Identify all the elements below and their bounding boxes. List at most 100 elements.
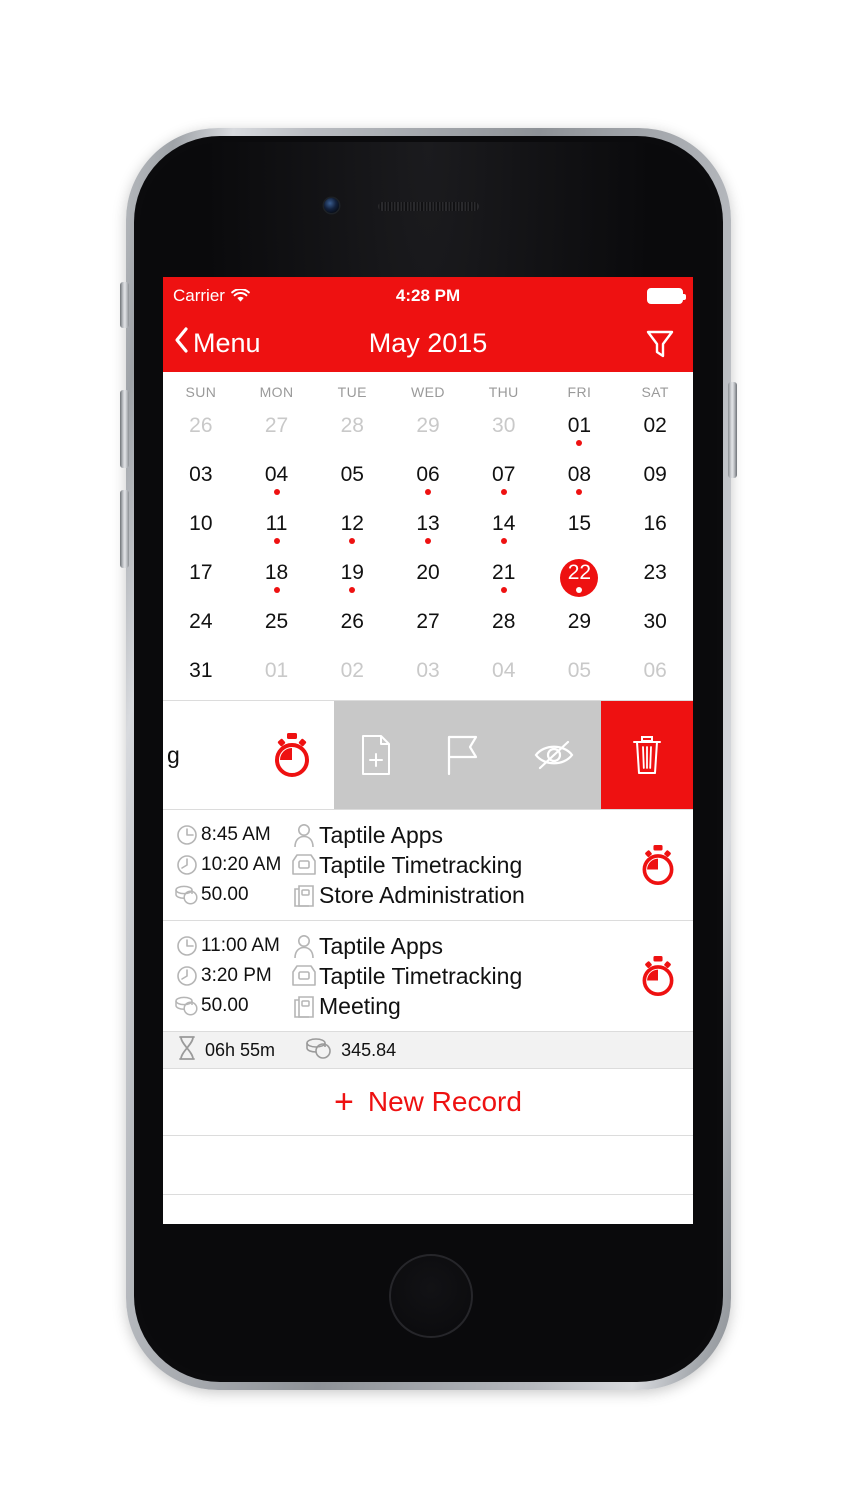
person-icon: [289, 933, 319, 959]
day-dot-placeholder: [425, 587, 431, 593]
day-event-dot: [500, 489, 507, 495]
calendar-day-cell[interactable]: 11: [239, 504, 315, 553]
day-event-dot: [500, 587, 507, 593]
flag-icon[interactable]: [443, 734, 481, 776]
person-icon: [289, 822, 319, 848]
calendar-day-cell[interactable]: 24: [163, 602, 239, 651]
record-row[interactable]: 8:45 AM Taptile Apps 10:20 AM Taptile Timet…: [163, 810, 693, 921]
calendar-day-cell[interactable]: 03: [390, 651, 466, 700]
day-dot-placeholder: [652, 636, 658, 642]
calendar-day-cell[interactable]: 19: [314, 553, 390, 602]
calendar-day-cell[interactable]: 22: [542, 553, 618, 602]
calendar-day-number: 10: [189, 512, 213, 535]
calendar-day-cell[interactable]: 26: [163, 406, 239, 455]
calendar-day-cell[interactable]: 28: [466, 602, 542, 651]
day-event-dot: [424, 489, 431, 495]
record-amount: 50.00: [201, 884, 249, 905]
record-timer-button[interactable]: [623, 843, 693, 887]
calendar-day-cell[interactable]: 06: [390, 455, 466, 504]
summary-amount: 345.84: [341, 1039, 397, 1060]
calendar-day-cell[interactable]: 23: [617, 553, 693, 602]
calendar-day-cell[interactable]: 02: [617, 406, 693, 455]
start-timer-button[interactable]: [250, 701, 334, 809]
day-dot-placeholder: [349, 440, 355, 446]
calendar-day-cell[interactable]: 01: [239, 651, 315, 700]
calendar-day-number: 25: [264, 610, 289, 633]
calendar-day-cell[interactable]: 27: [390, 602, 466, 651]
calendar-day-cell[interactable]: 05: [314, 455, 390, 504]
eye-hidden-icon[interactable]: [532, 738, 576, 772]
calendar-day-cell[interactable]: 31: [163, 651, 239, 700]
delete-record-button[interactable]: [601, 701, 693, 809]
calendar-day-cell[interactable]: 26: [314, 602, 390, 651]
calendar-day-cell[interactable]: 13: [390, 504, 466, 553]
calendar-day-cell[interactable]: 10: [163, 504, 239, 553]
silent-switch[interactable]: [120, 282, 129, 328]
day-event-dot: [273, 587, 280, 593]
calendar-day-cell[interactable]: 29: [390, 406, 466, 455]
calendar-day-cell[interactable]: 25: [239, 602, 315, 651]
calendar-day-cell[interactable]: 02: [314, 651, 390, 700]
calendar-day-cell[interactable]: 01: [542, 406, 618, 455]
new-record-button[interactable]: + New Record: [163, 1069, 693, 1136]
record-line: 8:45 AM Taptile Apps: [173, 820, 623, 850]
weekday-wed: WED: [411, 384, 445, 400]
stopwatch-icon: [275, 733, 309, 777]
calendar-day-cell[interactable]: 27: [239, 406, 315, 455]
calendar-day-cell[interactable]: 16: [617, 504, 693, 553]
volume-up-button[interactable]: [120, 390, 129, 468]
record-line: 50.00 Store Administration: [173, 880, 623, 910]
calendar-day-cell[interactable]: 04: [239, 455, 315, 504]
document-add-icon[interactable]: [359, 734, 393, 776]
calendar-day-number: 07: [492, 463, 516, 486]
day-event-dot: [349, 538, 356, 544]
home-button[interactable]: [389, 1254, 473, 1338]
calendar-day-cell[interactable]: 15: [542, 504, 618, 553]
calendar-day-cell[interactable]: 07: [466, 455, 542, 504]
record-line: 10:20 AM Taptile Timetracking: [173, 850, 623, 880]
calendar-day-cell[interactable]: 14: [466, 504, 542, 553]
day-dot-placeholder: [198, 538, 204, 544]
calendar-day-cell[interactable]: 29: [542, 602, 618, 651]
calendar-day-number: 27: [416, 610, 440, 633]
calendar-day-cell[interactable]: 08: [542, 455, 618, 504]
swipe-secondary-actions: [334, 701, 601, 809]
calendar-day-cell[interactable]: 20: [390, 553, 466, 602]
calendar-day-cell[interactable]: 30: [466, 406, 542, 455]
record-end-time: 3:20 PM: [201, 965, 272, 986]
weekday-mon: MON: [259, 384, 294, 400]
filter-funnel-icon[interactable]: [645, 328, 675, 360]
calendar-day-cell[interactable]: 17: [163, 553, 239, 602]
day-dot-placeholder: [652, 440, 658, 446]
calendar-day-number: 19: [340, 561, 364, 584]
clock-end-icon: [173, 965, 201, 987]
calendar-day-cell[interactable]: 12: [314, 504, 390, 553]
app-screen: Carrier 4:28 PM Menu May 2015 SUN MON TU…: [163, 277, 693, 1224]
day-dot-placeholder: [576, 636, 582, 642]
day-event-dot: [576, 440, 583, 446]
calendar-day-cell[interactable]: 06: [617, 651, 693, 700]
calendar-day-cell[interactable]: 04: [466, 651, 542, 700]
calendar-day-number: 23: [643, 561, 667, 584]
power-button[interactable]: [728, 382, 737, 478]
summary-duration: 06h 55m: [205, 1039, 276, 1060]
status-bar-right: [647, 288, 686, 304]
calendar-day-number: 28: [492, 610, 516, 633]
calendar-day-cell[interactable]: 30: [617, 602, 693, 651]
weekday-sun: SUN: [185, 384, 217, 400]
volume-down-button[interactable]: [120, 490, 129, 568]
calendar-day-number: 17: [189, 561, 213, 584]
calendar-day-cell[interactable]: 28: [314, 406, 390, 455]
record-details: 8:45 AM Taptile Apps 10:20 AM Taptile Timet…: [173, 820, 623, 910]
empty-list-row: [163, 1195, 693, 1224]
calendar-day-cell[interactable]: 05: [542, 651, 618, 700]
calendar-day-cell[interactable]: 03: [163, 455, 239, 504]
calendar-day-cell[interactable]: 09: [617, 455, 693, 504]
record-timer-button[interactable]: [623, 954, 693, 998]
calendar-day-cell[interactable]: 18: [239, 553, 315, 602]
coins-icon: [305, 1036, 333, 1065]
calendar-day-cell[interactable]: 21: [466, 553, 542, 602]
record-row[interactable]: 11:00 AM Taptile Apps 3:20 PM Taptile Timet…: [163, 921, 693, 1032]
day-event-dot: [273, 489, 280, 495]
front-camera-icon: [324, 198, 339, 213]
